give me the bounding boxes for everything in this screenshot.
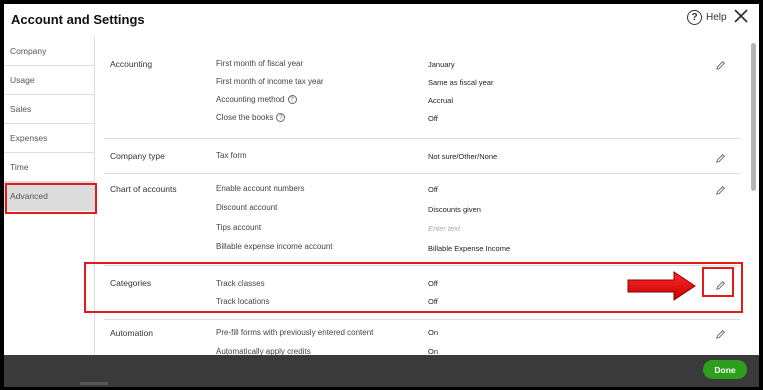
section-accounting: Accounting First month of fiscal year Ja… (104, 47, 740, 139)
row-label-discount-account: Discount account (216, 203, 278, 212)
sidebar-item-expenses[interactable]: Expenses (4, 124, 94, 153)
tips-account-input[interactable]: Enter text (428, 224, 460, 233)
row-label-account-numbers: Enable account numbers (216, 184, 305, 193)
row-value-discount-account[interactable]: Discounts given (428, 205, 481, 214)
section-label-accounting: Accounting (110, 59, 153, 69)
footer-divider (80, 382, 108, 385)
dialog-footer: Done (4, 355, 759, 387)
row-value-close-books: Off (428, 114, 438, 123)
row-label-billable-expense: Billable expense income account (216, 242, 333, 251)
row-value-apply-credits: On (428, 347, 439, 355)
row-label-tips-account: Tips account (216, 223, 262, 232)
row-value-tax-year: Same as fiscal year (428, 78, 494, 87)
done-button[interactable]: Done (703, 360, 747, 379)
pencil-highlight-box (702, 267, 734, 297)
advanced-highlight-box (5, 183, 97, 214)
sidebar-item-sales[interactable]: Sales (4, 95, 94, 124)
help-icon: ? (687, 10, 702, 25)
section-chart-of-accounts: Chart of accounts Enable account numbers… (104, 174, 740, 266)
section-company-type: Company type Tax form Not sure/Other/Non… (104, 139, 740, 174)
row-value-tax-form: Not sure/Other/None (428, 152, 498, 161)
scrollbar-thumb[interactable] (751, 43, 756, 191)
row-value-accounting-method: Accrual (428, 96, 454, 105)
info-icon[interactable]: ? (287, 95, 297, 104)
section-automation: Automation Pre-fill forms with previousl… (104, 320, 740, 355)
section-label-chart-of-accounts: Chart of accounts (110, 184, 177, 194)
edit-pencil-icon[interactable] (715, 329, 726, 340)
row-value-prefill-forms: On (428, 328, 439, 337)
row-label-tax-year: First month of income tax year (216, 77, 324, 86)
help-label: Help (706, 12, 727, 23)
dialog-header: Account and Settings ? Help (4, 4, 759, 37)
row-label-fiscal-year: First month of fiscal year (216, 59, 304, 68)
row-value-account-numbers: Off (428, 185, 438, 194)
dialog-title: Account and Settings (11, 12, 145, 27)
sidebar-item-company[interactable]: Company (4, 37, 94, 66)
row-label-accounting-method: Accounting method ? (216, 95, 297, 104)
edit-pencil-icon[interactable] (715, 185, 726, 196)
red-arrow-icon (627, 271, 696, 301)
row-value-billable-expense[interactable]: Billable Expense Income (428, 244, 510, 253)
row-label-prefill-forms: Pre-fill forms with previously entered c… (216, 328, 374, 337)
edit-pencil-icon[interactable] (715, 60, 726, 71)
info-icon[interactable]: ? (276, 113, 286, 122)
settings-dialog: Account and Settings ? Help Company Usag… (4, 4, 759, 387)
row-value-fiscal-year: January (428, 60, 455, 69)
sidebar-item-usage[interactable]: Usage (4, 66, 94, 95)
section-label-company-type: Company type (110, 151, 165, 161)
help-button[interactable]: ? Help (687, 10, 727, 25)
section-label-automation: Automation (110, 328, 153, 338)
close-icon[interactable] (732, 7, 750, 25)
scrollbar[interactable] (749, 37, 759, 355)
row-label-tax-form: Tax form (216, 151, 247, 160)
sidebar-item-time[interactable]: Time (4, 153, 94, 182)
edit-pencil-icon[interactable] (715, 153, 726, 164)
row-label-close-books: Close the books ? (216, 113, 286, 122)
row-label-apply-credits: Automatically apply credits (216, 347, 311, 355)
